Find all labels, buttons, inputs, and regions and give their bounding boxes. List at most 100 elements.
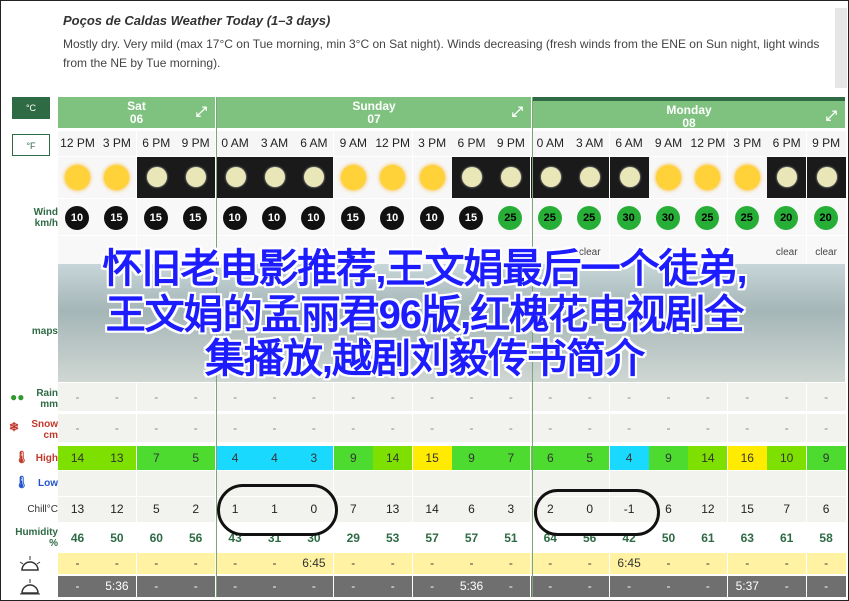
time-header: 3 PM [412,131,452,156]
expand-icon[interactable]: ⤢ [826,108,837,122]
rain-value: - [255,383,294,411]
chill-value: 3 [491,497,531,522]
snow-label-text: Snow [31,419,58,430]
humidity-value: 60 [149,531,163,545]
rain-label-text: Rain [36,388,58,399]
expand-icon[interactable]: ⤢ [512,104,523,118]
high-temp: 9 [452,446,491,470]
snow-value: - [176,414,216,442]
sunset-time: - [215,576,255,597]
wind-cell: 25 [491,199,531,235]
time-header: 3 AM [255,131,294,156]
snow-value: - [609,414,649,442]
wind-arrow-icon: 15 [340,206,365,230]
moon-icon [501,167,522,187]
wind-arrow-icon: 10 [65,206,89,230]
snow-value: - [136,414,176,442]
low-temp [176,471,216,496]
wind-cell: 10 [255,199,294,235]
sunrise-time: - [136,553,176,574]
time-header: 12 PM [58,131,97,156]
day-header-sat[interactable]: Sat 06 ⤢ [58,97,215,128]
low-temp [767,471,807,496]
weather-cell [688,157,728,198]
weather-cell [58,157,97,198]
wind-label: Wind km/h [0,207,58,229]
fahrenheit-toggle[interactable]: °F [12,134,50,156]
time-header: 3 AM [570,131,610,156]
expand-icon[interactable]: ⤢ [196,104,207,118]
low-temp [136,471,176,496]
sunset-time: - [176,576,216,597]
moon-icon [146,167,167,187]
sunrise-time: - [452,553,491,574]
sun-icon [419,165,445,190]
humidity-value: 57 [464,531,479,545]
snow-value: - [570,414,610,442]
forecast-summary: Mostly dry. Very mild (max 17°C on Tue m… [63,37,820,70]
wind-arrow-icon: 10 [419,206,444,230]
time-header: 12 PM [373,131,413,156]
sunset-time: - [767,576,807,597]
rain-value: - [176,383,216,411]
wind-cell: 25 [688,199,728,235]
wind-arrow-icon: 30 [616,206,641,230]
overlay-line-3: 集播放,越剧刘毅传书简介 [204,337,645,381]
high-temp: 7 [136,446,176,470]
humidity-label-text: Humidity [15,527,58,538]
weather-cell [452,157,491,198]
weather-cell [806,157,846,198]
time-header: 0 AM [530,131,570,156]
snowflake-icon: ❄ [9,420,20,434]
time-header: 6 AM [294,131,334,156]
moon-icon [186,167,207,187]
snow-label: ❄ Snow cm [0,419,58,441]
sun-icon [380,165,406,190]
low-temp [491,471,531,496]
sunrise-time: - [373,553,413,574]
rain-value: - [294,383,334,411]
low-temp [688,471,728,496]
time-header: 0 AM [215,131,255,156]
sunset-time: - [806,576,846,597]
wind-unit-text: km/h [34,218,58,229]
celsius-toggle[interactable]: °C [12,97,50,119]
moon-icon [619,167,640,187]
time-header: 9 PM [806,131,846,156]
wind-arrow-icon: 25 [537,206,562,230]
weather-cell [294,157,334,198]
moon-icon [265,167,285,187]
snow-value: - [58,414,97,442]
day-name: Monday [666,103,712,117]
humidity-value: 50 [661,531,676,545]
rain-label: ●● Rain mm [0,388,58,410]
time-header: 9 PM [491,131,531,156]
wind-cell: 30 [609,199,649,235]
snow-value: - [333,414,373,442]
time-header: 3 PM [727,131,767,156]
day-header-monday[interactable]: Monday 08 ⤢ [533,97,845,130]
sunrise-time: - [806,553,846,574]
chill-value: 6 [452,497,491,522]
snow-value: - [806,414,846,442]
wind-cell: 15 [333,199,373,235]
weather-cell [215,157,255,198]
snow-value: - [373,414,413,442]
rain-value: - [530,383,570,411]
time-header: 9 AM [649,131,688,156]
annotation-circle [217,484,338,536]
low-temp [412,471,452,496]
time-header: 6 PM [767,131,807,156]
sunset-time: - [255,576,294,597]
snow-value: - [767,414,807,442]
wind-cell: 15 [452,199,491,235]
humidity-value: 46 [70,531,85,545]
day-header-sunday[interactable]: Sunday 07 ⤢ [217,97,531,128]
scrollbar[interactable] [835,8,847,88]
time-header: 12 PM [688,131,728,156]
sunrise-time: - [58,553,97,574]
weather-cell [97,157,137,198]
rain-value: - [767,383,807,411]
high-temp: 5 [176,446,216,470]
snow-value: - [530,414,570,442]
